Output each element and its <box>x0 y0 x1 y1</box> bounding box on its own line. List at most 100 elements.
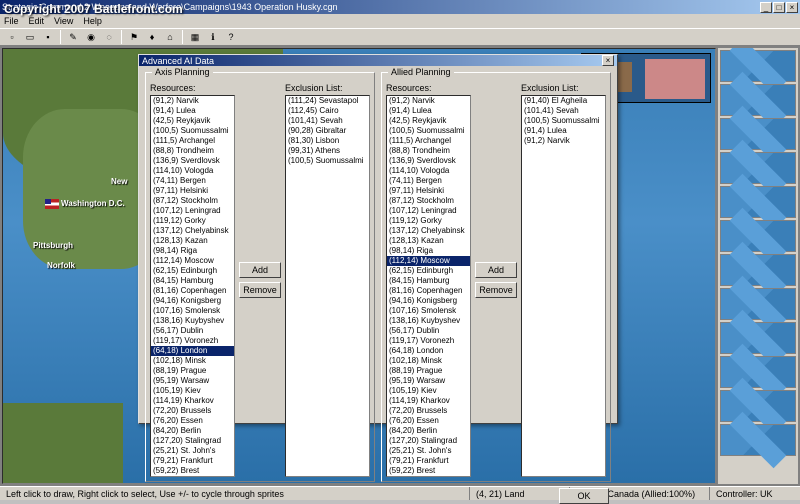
axis-add-button[interactable]: Add <box>239 262 281 278</box>
list-item[interactable]: (81,30) Lisbon <box>286 136 369 146</box>
list-item[interactable]: (107,16) Smolensk <box>151 306 234 316</box>
allied-exclusion-listbox[interactable]: (91,40) El Agheila(101,41) Sevah(100,5) … <box>521 95 606 477</box>
list-item[interactable]: (111,24) Sevastapol <box>286 96 369 106</box>
ok-button[interactable]: OK <box>559 488 609 504</box>
tile-swatch[interactable] <box>720 186 796 218</box>
list-item[interactable]: (137,12) Chelyabinsk <box>387 226 470 236</box>
list-item[interactable]: (62,15) Edinburgh <box>151 266 234 276</box>
axis-resources-listbox[interactable]: (91,2) Narvik(91,4) Lulea(42,5) Reykjavi… <box>150 95 235 477</box>
list-item[interactable]: (72,20) Brussels <box>151 406 234 416</box>
tool-flag-icon[interactable]: ⚑ <box>126 29 142 45</box>
menu-file[interactable]: File <box>4 16 19 26</box>
list-item[interactable]: (136,9) Sverdlovsk <box>151 156 234 166</box>
list-item[interactable]: (114,19) Kharkov <box>151 396 234 406</box>
tile-swatch[interactable] <box>720 84 796 116</box>
list-item[interactable]: (42,5) Reykjavik <box>151 116 234 126</box>
list-item[interactable]: (119,12) Gorky <box>151 216 234 226</box>
tool-open-icon[interactable]: ▭ <box>22 29 38 45</box>
list-item[interactable]: (59,22) Brest <box>387 466 470 476</box>
tool-info-icon[interactable]: ℹ <box>205 29 221 45</box>
list-item[interactable]: (84,20) Berlin <box>151 426 234 436</box>
list-item[interactable]: (136,9) Sverdlovsk <box>387 156 470 166</box>
maximize-button[interactable]: □ <box>773 2 785 13</box>
list-item[interactable]: (105,19) Kiev <box>387 386 470 396</box>
list-item[interactable]: (127,20) Stalingrad <box>151 436 234 446</box>
tile-swatch[interactable] <box>720 152 796 184</box>
list-item[interactable]: (114,10) Vologda <box>387 166 470 176</box>
tool-unit-icon[interactable]: ♦ <box>144 29 160 45</box>
list-item[interactable]: (98,14) Riga <box>151 246 234 256</box>
list-item[interactable]: (112,14) Moscow <box>151 256 234 266</box>
minimize-button[interactable]: _ <box>760 2 772 13</box>
dialog-close-button[interactable]: × <box>602 55 614 66</box>
list-item[interactable]: (42,5) Reykjavik <box>387 116 470 126</box>
list-item[interactable]: (94,16) Konigsberg <box>151 296 234 306</box>
list-item[interactable]: (76,20) Essen <box>151 416 234 426</box>
list-item[interactable]: (111,5) Archangel <box>151 136 234 146</box>
list-item[interactable]: (95,19) Warsaw <box>151 376 234 386</box>
list-item[interactable]: (97,11) Helsinki <box>387 186 470 196</box>
list-item[interactable]: (74,11) Bergen <box>151 176 234 186</box>
list-item[interactable]: (91,2) Narvik <box>151 96 234 106</box>
list-item[interactable]: (119,12) Gorky <box>387 216 470 226</box>
tool-save-icon[interactable]: ▪ <box>40 29 56 45</box>
list-item[interactable]: (87,12) Stockholm <box>387 196 470 206</box>
list-item[interactable]: (101,41) Sevah <box>286 116 369 126</box>
list-item[interactable]: (114,19) Kharkov <box>387 396 470 406</box>
list-item[interactable]: (62,15) Edinburgh <box>387 266 470 276</box>
list-item[interactable]: (56,17) Dublin <box>151 326 234 336</box>
list-item[interactable]: (138,16) Kuybyshev <box>387 316 470 326</box>
list-item[interactable]: (91,4) Lulea <box>387 106 470 116</box>
allied-add-button[interactable]: Add <box>475 262 517 278</box>
list-item[interactable]: (74,11) Bergen <box>387 176 470 186</box>
menu-help[interactable]: Help <box>83 16 102 26</box>
list-item[interactable]: (91,2) Narvik <box>387 96 470 106</box>
list-item[interactable]: (25,21) St. John's <box>387 446 470 456</box>
list-item[interactable]: (84,20) Berlin <box>387 426 470 436</box>
list-item[interactable]: (101,41) Sevah <box>522 106 605 116</box>
tile-swatch[interactable] <box>720 424 796 456</box>
list-item[interactable]: (99,31) Athens <box>286 146 369 156</box>
list-item[interactable]: (91,40) El Agheila <box>522 96 605 106</box>
list-item[interactable]: (100,5) Suomussalmi <box>522 116 605 126</box>
list-item[interactable]: (97,11) Helsinki <box>151 186 234 196</box>
list-item[interactable]: (112,14) Moscow <box>387 256 470 266</box>
list-item[interactable]: (127,20) Stalingrad <box>387 436 470 446</box>
list-item[interactable]: (98,14) Riga <box>387 246 470 256</box>
list-item[interactable]: (100,5) Suomussalmi <box>151 126 234 136</box>
tile-swatch[interactable] <box>720 254 796 286</box>
menu-view[interactable]: View <box>54 16 73 26</box>
list-item[interactable]: (90,28) Gibraltar <box>286 126 369 136</box>
list-item[interactable]: (25,21) St. John's <box>151 446 234 456</box>
list-item[interactable]: (72,20) Brussels <box>387 406 470 416</box>
dialog-title-bar[interactable]: Advanced AI Data × <box>139 55 617 66</box>
list-item[interactable]: (79,21) Frankfurt <box>387 456 470 466</box>
allied-remove-button[interactable]: Remove <box>475 282 517 298</box>
list-item[interactable]: (100,5) Suomussalmi <box>387 126 470 136</box>
list-item[interactable]: (137,12) Chelyabinsk <box>151 226 234 236</box>
list-item[interactable]: (128,13) Kazan <box>151 236 234 246</box>
list-item[interactable]: (59,22) Brest <box>151 466 234 476</box>
list-item[interactable]: (105,19) Kiev <box>151 386 234 396</box>
list-item[interactable]: (107,16) Smolensk <box>387 306 470 316</box>
axis-exclusion-listbox[interactable]: (111,24) Sevastapol(112,45) Cairo(101,41… <box>285 95 370 477</box>
close-button[interactable]: × <box>786 2 798 13</box>
list-item[interactable]: (112,45) Cairo <box>286 106 369 116</box>
list-item[interactable]: (119,17) Voronezh <box>151 336 234 346</box>
list-item[interactable]: (56,17) Dublin <box>387 326 470 336</box>
tool-help-icon[interactable]: ? <box>223 29 239 45</box>
tile-swatch[interactable] <box>720 118 796 150</box>
list-item[interactable]: (79,21) Frankfurt <box>151 456 234 466</box>
list-item[interactable]: (88,8) Trondheim <box>151 146 234 156</box>
list-item[interactable]: (88,19) Prague <box>387 366 470 376</box>
list-item[interactable]: (100,5) Suomussalmi <box>286 156 369 166</box>
list-item[interactable]: (102,18) Minsk <box>151 356 234 366</box>
list-item[interactable]: (107,12) Leningrad <box>151 206 234 216</box>
list-item[interactable]: (138,16) Kuybyshev <box>151 316 234 326</box>
list-item[interactable]: (91,4) Lulea <box>151 106 234 116</box>
list-item[interactable]: (88,19) Prague <box>151 366 234 376</box>
list-item[interactable]: (84,15) Hamburg <box>151 276 234 286</box>
list-item[interactable]: (91,2) Narvik <box>522 136 605 146</box>
list-item[interactable]: (119,17) Voronezh <box>387 336 470 346</box>
menubar[interactable]: File Edit View Help <box>0 14 800 28</box>
